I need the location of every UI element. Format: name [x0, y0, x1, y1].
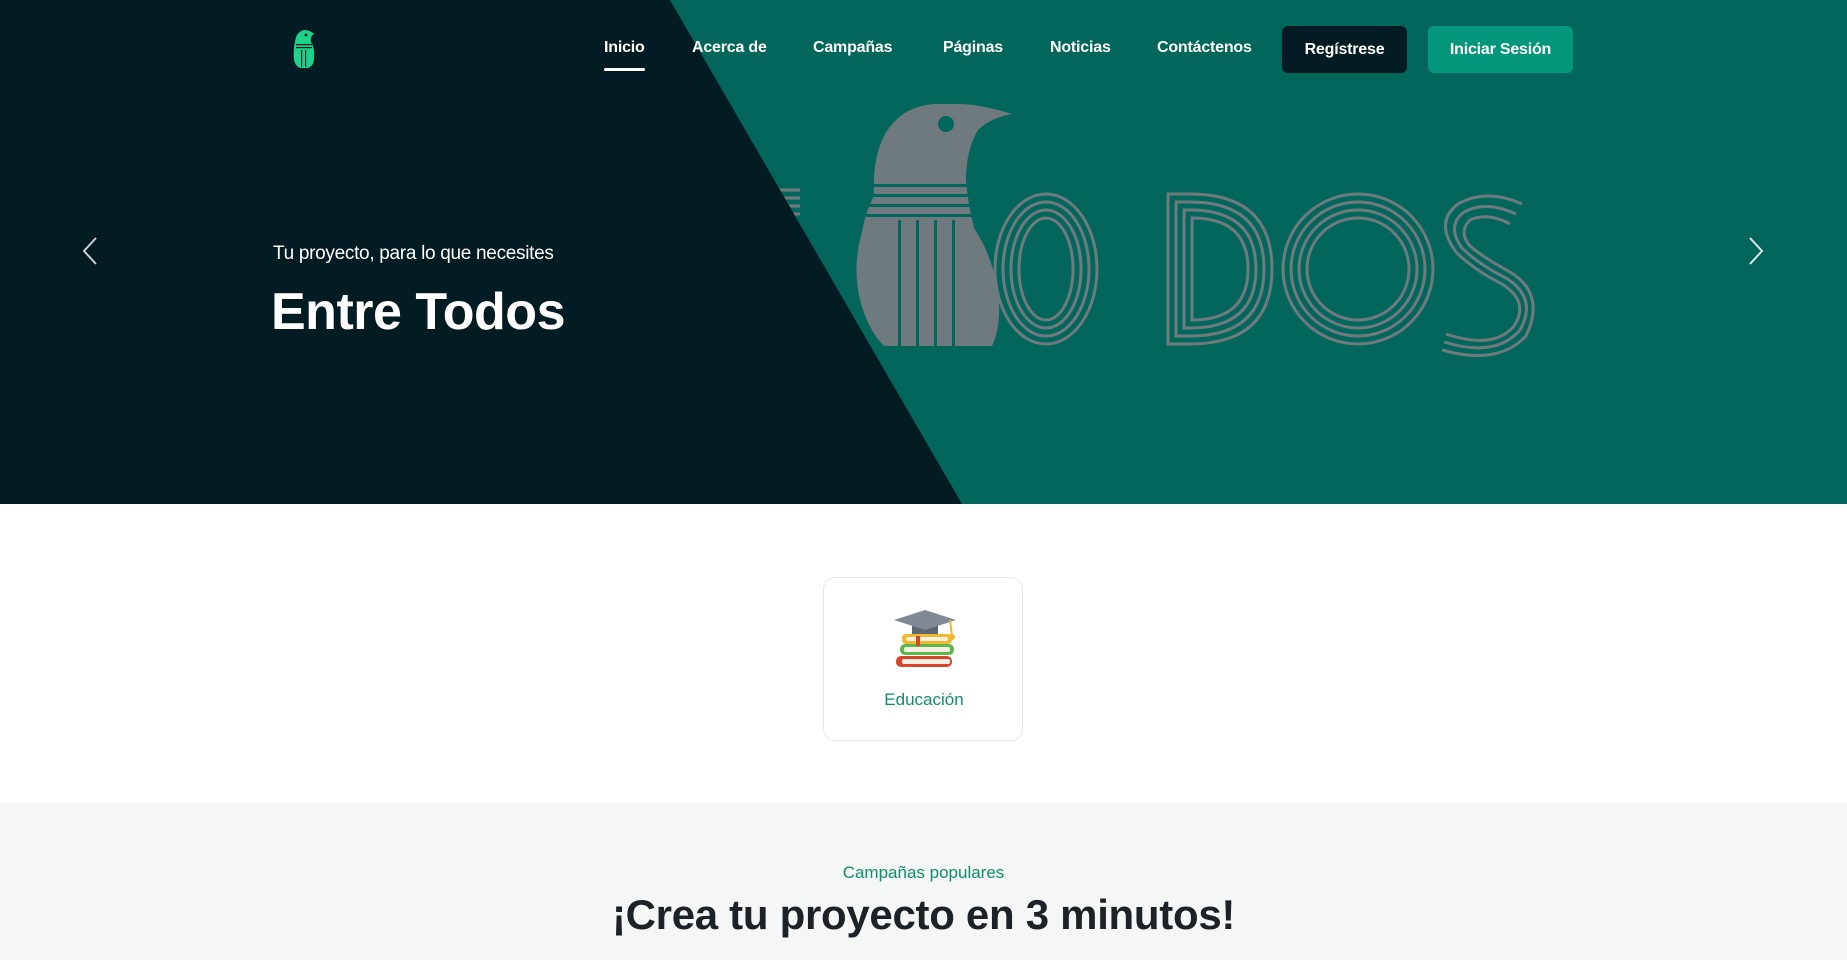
nav-item-paginas[interactable]: Páginas: [943, 39, 1003, 57]
nav-item-acerca-de[interactable]: Acerca de: [692, 39, 767, 57]
brand-logo-icon[interactable]: [290, 28, 318, 70]
category-card-educacion[interactable]: Educación: [823, 577, 1023, 741]
section-kicker: Campañas populares: [842, 863, 1005, 882]
nav-item-campanas[interactable]: Campañas: [813, 39, 893, 57]
category-label: Educación: [884, 690, 964, 709]
education-books-icon: [894, 610, 956, 667]
hero-subtitle: Tu proyecto, para lo que necesites: [273, 243, 554, 264]
section-title: ¡Crea tu proyecto en 3 minutos!: [611, 891, 1236, 938]
popular-campaigns-section: Campañas populares ¡Crea tu proyecto en …: [0, 803, 1847, 960]
hero-banner: Inicio Acerca de Campañas Páginas Notici…: [0, 0, 1847, 504]
nav-item-inicio[interactable]: Inicio: [604, 39, 645, 71]
register-button[interactable]: Regístrese: [1282, 26, 1407, 73]
top-navigation-bar: Inicio Acerca de Campañas Páginas Notici…: [0, 0, 1847, 100]
login-button[interactable]: Iniciar Sesión: [1428, 26, 1573, 73]
carousel-prev-arrow-icon[interactable]: [76, 234, 106, 268]
nav-item-noticias[interactable]: Noticias: [1050, 39, 1111, 57]
hero-title: Entre Todos: [271, 283, 565, 341]
carousel-next-arrow-icon[interactable]: [1740, 234, 1770, 268]
nav-item-contactenos[interactable]: Contáctenos: [1157, 39, 1252, 57]
